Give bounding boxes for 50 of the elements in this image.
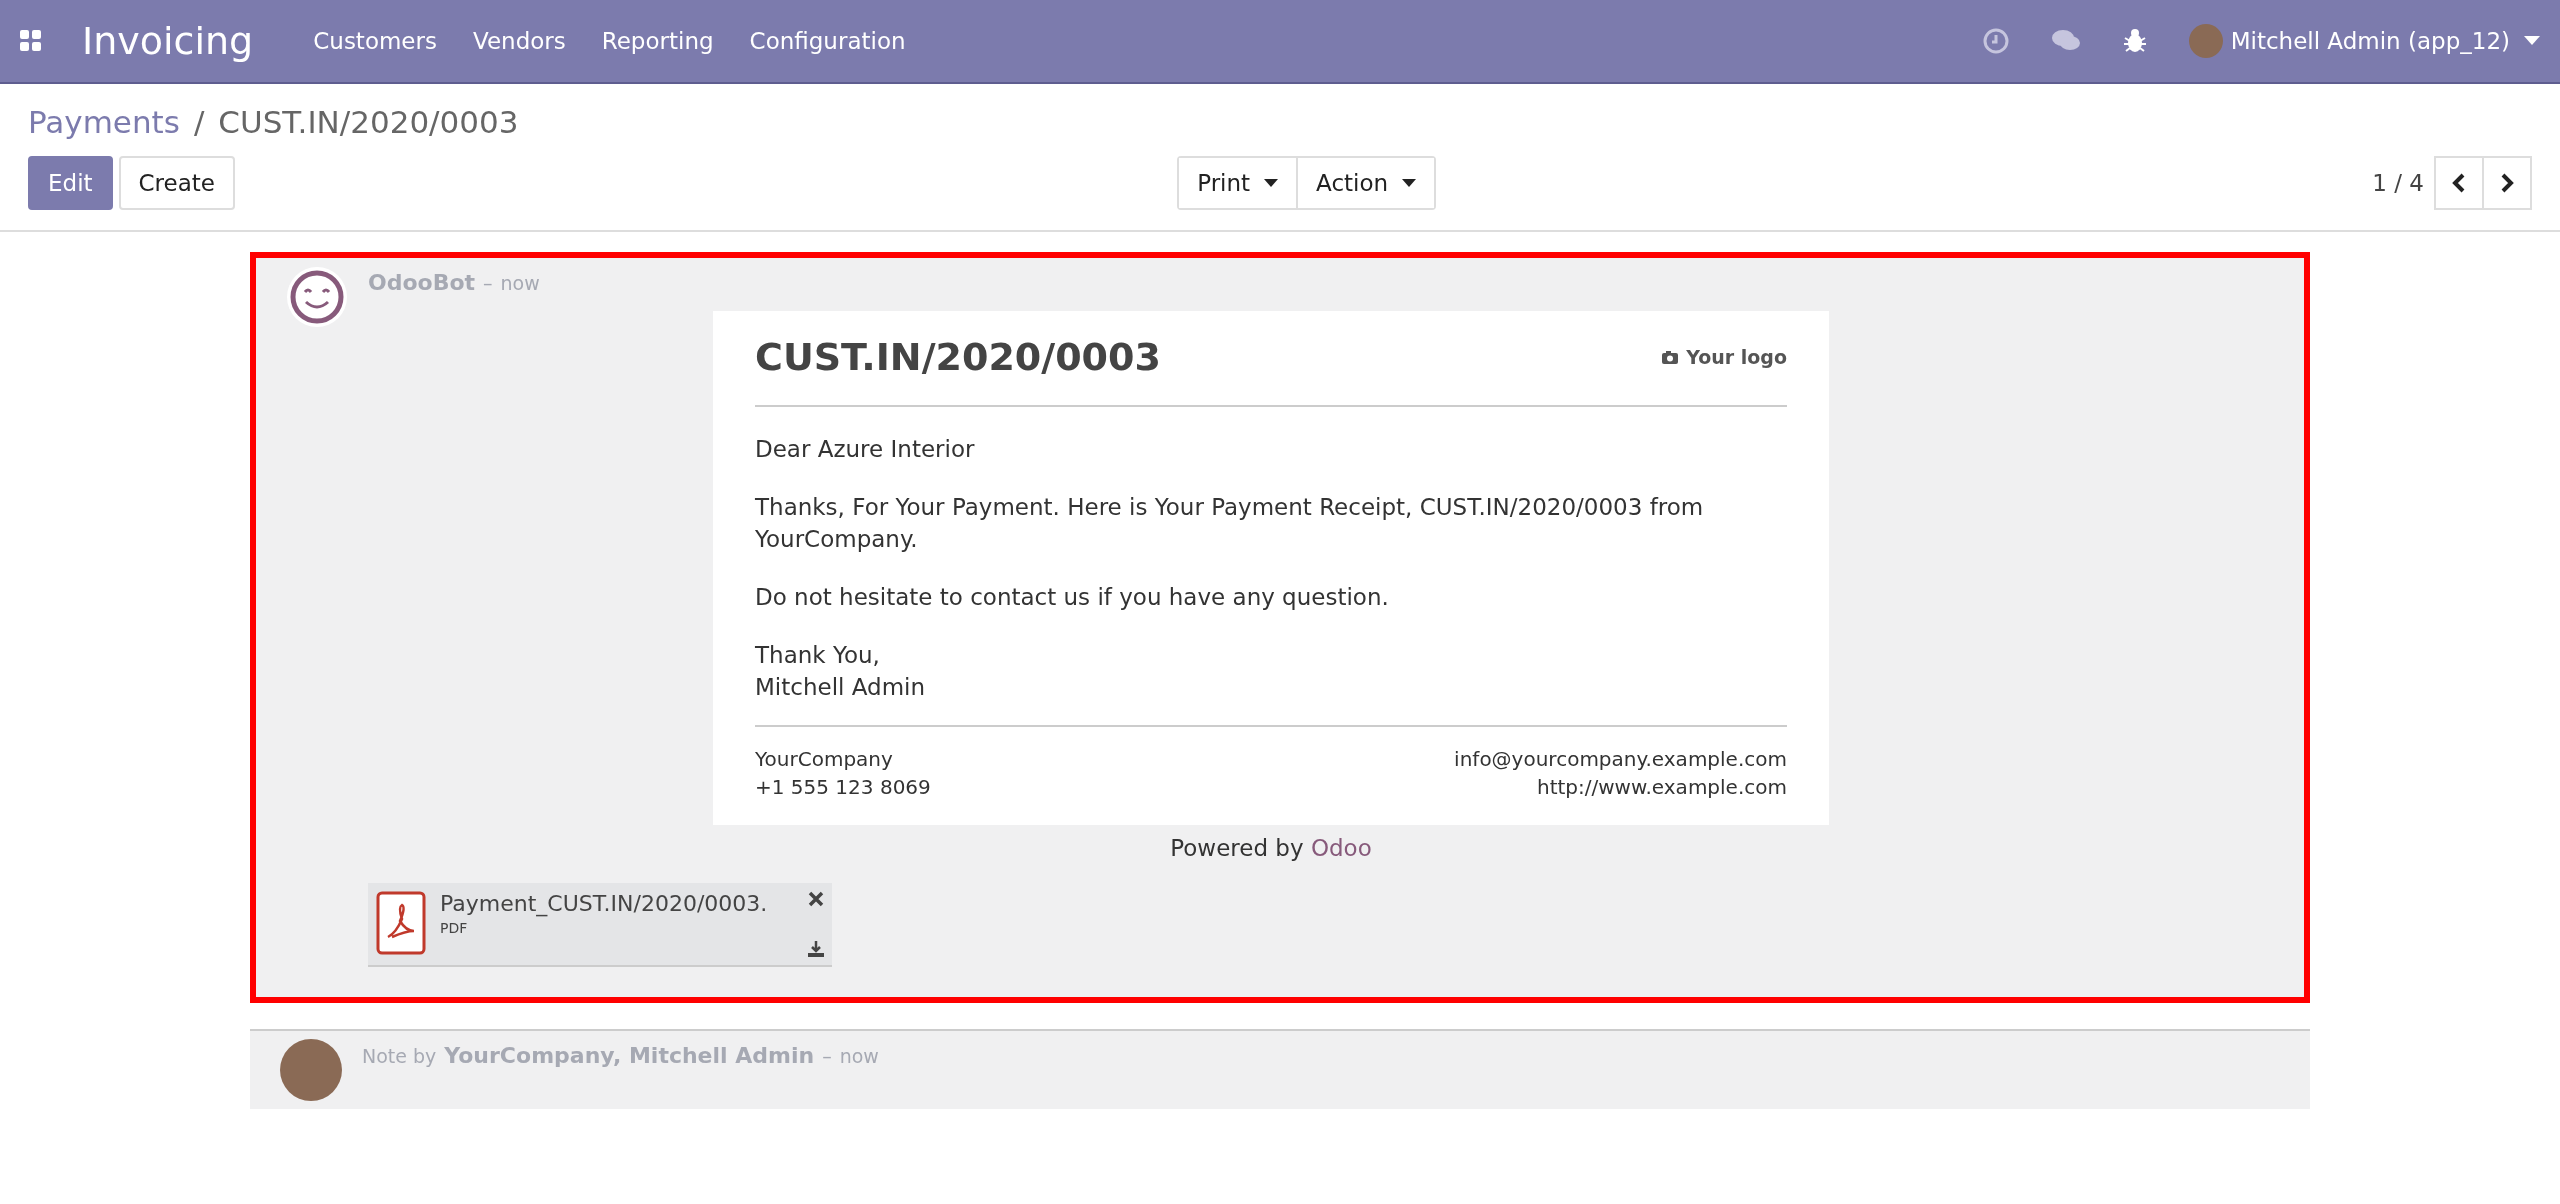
edit-button[interactable]: Edit [28,156,113,210]
date-separator: – [822,1045,832,1067]
close-icon[interactable] [808,891,824,907]
footer-text: +1 555 123 8069 [755,774,931,801]
caret-icon [1402,179,1417,187]
date-separator: – [483,272,493,294]
dropdown-button[interactable]: Action [1296,158,1435,208]
chevron-left-icon [2452,173,2466,193]
attachment-card[interactable]: Payment_CUST.IN/2020/0003. PDF [368,883,832,967]
powered-by-text: Powered by Odoo [1170,835,1372,861]
email-paragraph: Do not hesitate to contact us if you have any question. [755,583,1390,612]
caret-icon [1264,179,1279,187]
footer-text: info@yourcompany.example.com [1454,746,1787,773]
user-menu[interactable]: Mitchell Admin (app_12) [2230,28,2510,54]
message-author[interactable]: YourCompany, Mitchell Admin [444,1043,815,1068]
footer-text: YourCompany [755,746,893,773]
camera-icon [1662,350,1679,364]
menu-item[interactable]: Reporting [601,28,714,54]
bug-icon[interactable] [2122,28,2147,54]
caret-icon[interactable] [2524,36,2540,46]
attachment-name[interactable]: Payment_CUST.IN/2020/0003. [440,891,794,916]
chevron-right-icon [2500,173,2514,193]
previous-button[interactable] [2434,156,2484,210]
next-button[interactable] [2482,156,2532,210]
breadcrumb-link[interactable]: Payments [28,104,180,140]
email-title: CUST.IN/2020/0003 [755,335,1161,379]
email-paragraph: Thanks, For Your Payment. Here is Your Payment Receipt, CUST.IN/2020/0003 from YourCompany. [755,493,1705,554]
create-button[interactable]: Create [118,156,235,210]
app-name[interactable]: Invoicing [82,19,254,63]
download-icon[interactable] [808,941,824,957]
email-paragraph: Thank You, Mitchell Admin [755,641,927,702]
logo-text: Your logo [1686,346,1787,368]
menu-item[interactable]: Vendors [472,28,566,54]
breadcrumb-current: CUST.IN/2020/0003 [218,104,519,140]
message-date: now [839,1045,879,1067]
message-prefix: Note by [362,1045,437,1067]
clock-icon[interactable] [1982,28,2009,54]
message-date: now [500,272,540,294]
menu-item[interactable]: Configuration [749,28,906,54]
email-paragraph: Dear Azure Interior [755,435,976,464]
smiley-avatar-icon [286,266,348,328]
apps-grid-icon[interactable] [20,30,42,52]
breadcrumb-separator: / [193,104,205,140]
pdf-file-icon [376,891,426,955]
odoo-link[interactable]: Odoo [1310,835,1372,861]
pager-count: 1 / 4 [2372,170,2424,196]
message-author[interactable]: OdooBot [368,270,476,295]
menu-item[interactable]: Customers [313,28,437,54]
footer-text: http://www.example.com [1536,774,1787,801]
attachment-type: PDF [440,920,469,936]
